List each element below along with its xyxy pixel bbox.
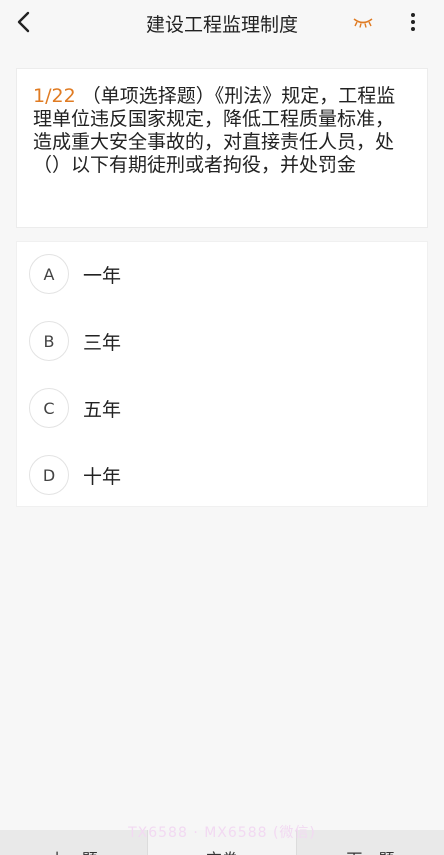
more-button[interactable] [400, 10, 426, 38]
option-text: 一年 [83, 264, 122, 287]
more-vertical-icon [410, 12, 416, 36]
option-text: 三年 [83, 331, 122, 354]
question-number: 1/22 [33, 85, 76, 107]
eye-closed-icon [352, 15, 374, 34]
option-letter: D [29, 455, 69, 495]
option-a[interactable]: A 一年 [29, 252, 409, 296]
question-stem: 1/22 （单项选择题）《刑法》规定，工程监理单位违反国家规定，降低工程质量标准… [33, 85, 411, 177]
page-title: 建设工程监理制度 [145, 14, 298, 36]
option-d[interactable]: D 十年 [29, 453, 409, 497]
options-list: A 一年 B 三年 C 五年 D 十年 [16, 241, 428, 507]
option-c[interactable]: C 五年 [29, 386, 409, 430]
watermark: TX6588 · MX6588 (微信) [128, 825, 316, 841]
question-card: 1/22 （单项选择题）《刑法》规定，工程监理单位违反国家规定，降低工程质量标准… [16, 68, 428, 228]
toggle-answer-button[interactable] [350, 12, 376, 36]
question-text: （单项选择题）《刑法》规定，工程监理单位违反国家规定，降低工程质量标准，造成重大… [33, 85, 396, 176]
option-letter: B [29, 321, 69, 361]
option-b[interactable]: B 三年 [29, 319, 409, 363]
option-text: 十年 [83, 465, 122, 488]
header-bar: 建设工程监理制度 [0, 0, 444, 48]
option-letter: C [29, 388, 69, 428]
option-text: 五年 [83, 398, 122, 421]
option-letter: A [29, 254, 69, 294]
